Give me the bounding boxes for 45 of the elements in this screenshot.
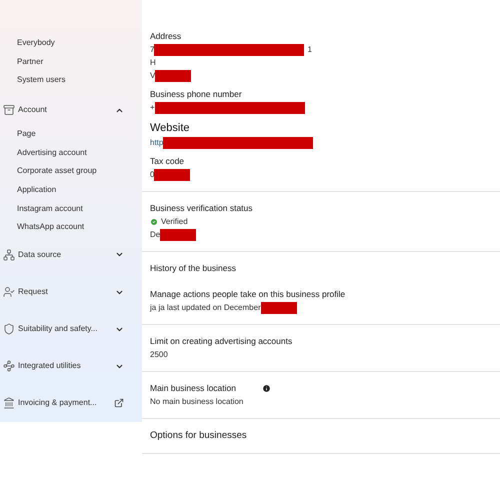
user-icon	[3, 286, 15, 298]
field-value: No main business location	[150, 396, 244, 408]
check-icon	[150, 218, 158, 226]
archive-icon	[3, 104, 15, 116]
bank-icon	[3, 397, 15, 410]
sidebar-link[interactable]: Page	[17, 128, 36, 140]
sidebar-link[interactable]: Advertising account	[17, 146, 87, 159]
field-value: 7	[150, 44, 154, 56]
field-label: Manage actions people take on this business profile	[150, 288, 346, 301]
sidebar-link[interactable]: WhatsApp account	[17, 221, 84, 234]
sidebar-group[interactable]: Invoicing & payment...	[18, 397, 114, 410]
sidebar-group[interactable]: Suitability and safety...	[18, 323, 115, 336]
field-label: Business verification status	[150, 202, 253, 214]
field-label: Limit on creating advertising accounts	[150, 335, 292, 348]
sidebar-link[interactable]: Partner	[17, 56, 44, 68]
field-label: History of the business	[150, 262, 236, 274]
field-value: +	[150, 102, 155, 114]
external-link-icon[interactable]	[114, 398, 124, 408]
sidebar-group[interactable]: Integrated utilities	[18, 360, 115, 372]
field-value: De	[150, 228, 160, 240]
shield-icon	[3, 323, 15, 336]
field-label: Business phone number	[150, 88, 242, 100]
sidebar-link[interactable]: Application	[17, 184, 56, 196]
sidebar-group[interactable]: Data source	[18, 248, 115, 261]
website-link[interactable]: http	[150, 137, 164, 149]
field-value: ja ja last updated on December	[150, 302, 261, 314]
field-value: 2500	[150, 348, 168, 361]
field-value: 1	[307, 44, 312, 56]
section-heading: Options for businesses	[150, 428, 247, 442]
field-value: V	[150, 70, 156, 82]
nodes-icon	[3, 360, 15, 372]
status-text: Verified	[161, 216, 188, 228]
sidebar-link[interactable]: Corporate asset group	[17, 165, 97, 178]
sidebar-link[interactable]: Instagram account	[17, 202, 83, 215]
sidebar-link[interactable]: Everybody	[17, 37, 55, 50]
field-value: H	[150, 56, 156, 69]
field-label: Main business location	[150, 382, 236, 394]
sidebar-group[interactable]: Account	[18, 104, 115, 116]
field-value: 0	[150, 168, 154, 181]
network-icon	[3, 248, 15, 261]
field-label: Address	[150, 30, 182, 43]
field-label: Tax code	[150, 155, 184, 168]
sidebar-link[interactable]: System users	[17, 74, 66, 86]
section-heading: Website	[150, 120, 190, 136]
sidebar-group[interactable]: Request	[18, 286, 115, 298]
